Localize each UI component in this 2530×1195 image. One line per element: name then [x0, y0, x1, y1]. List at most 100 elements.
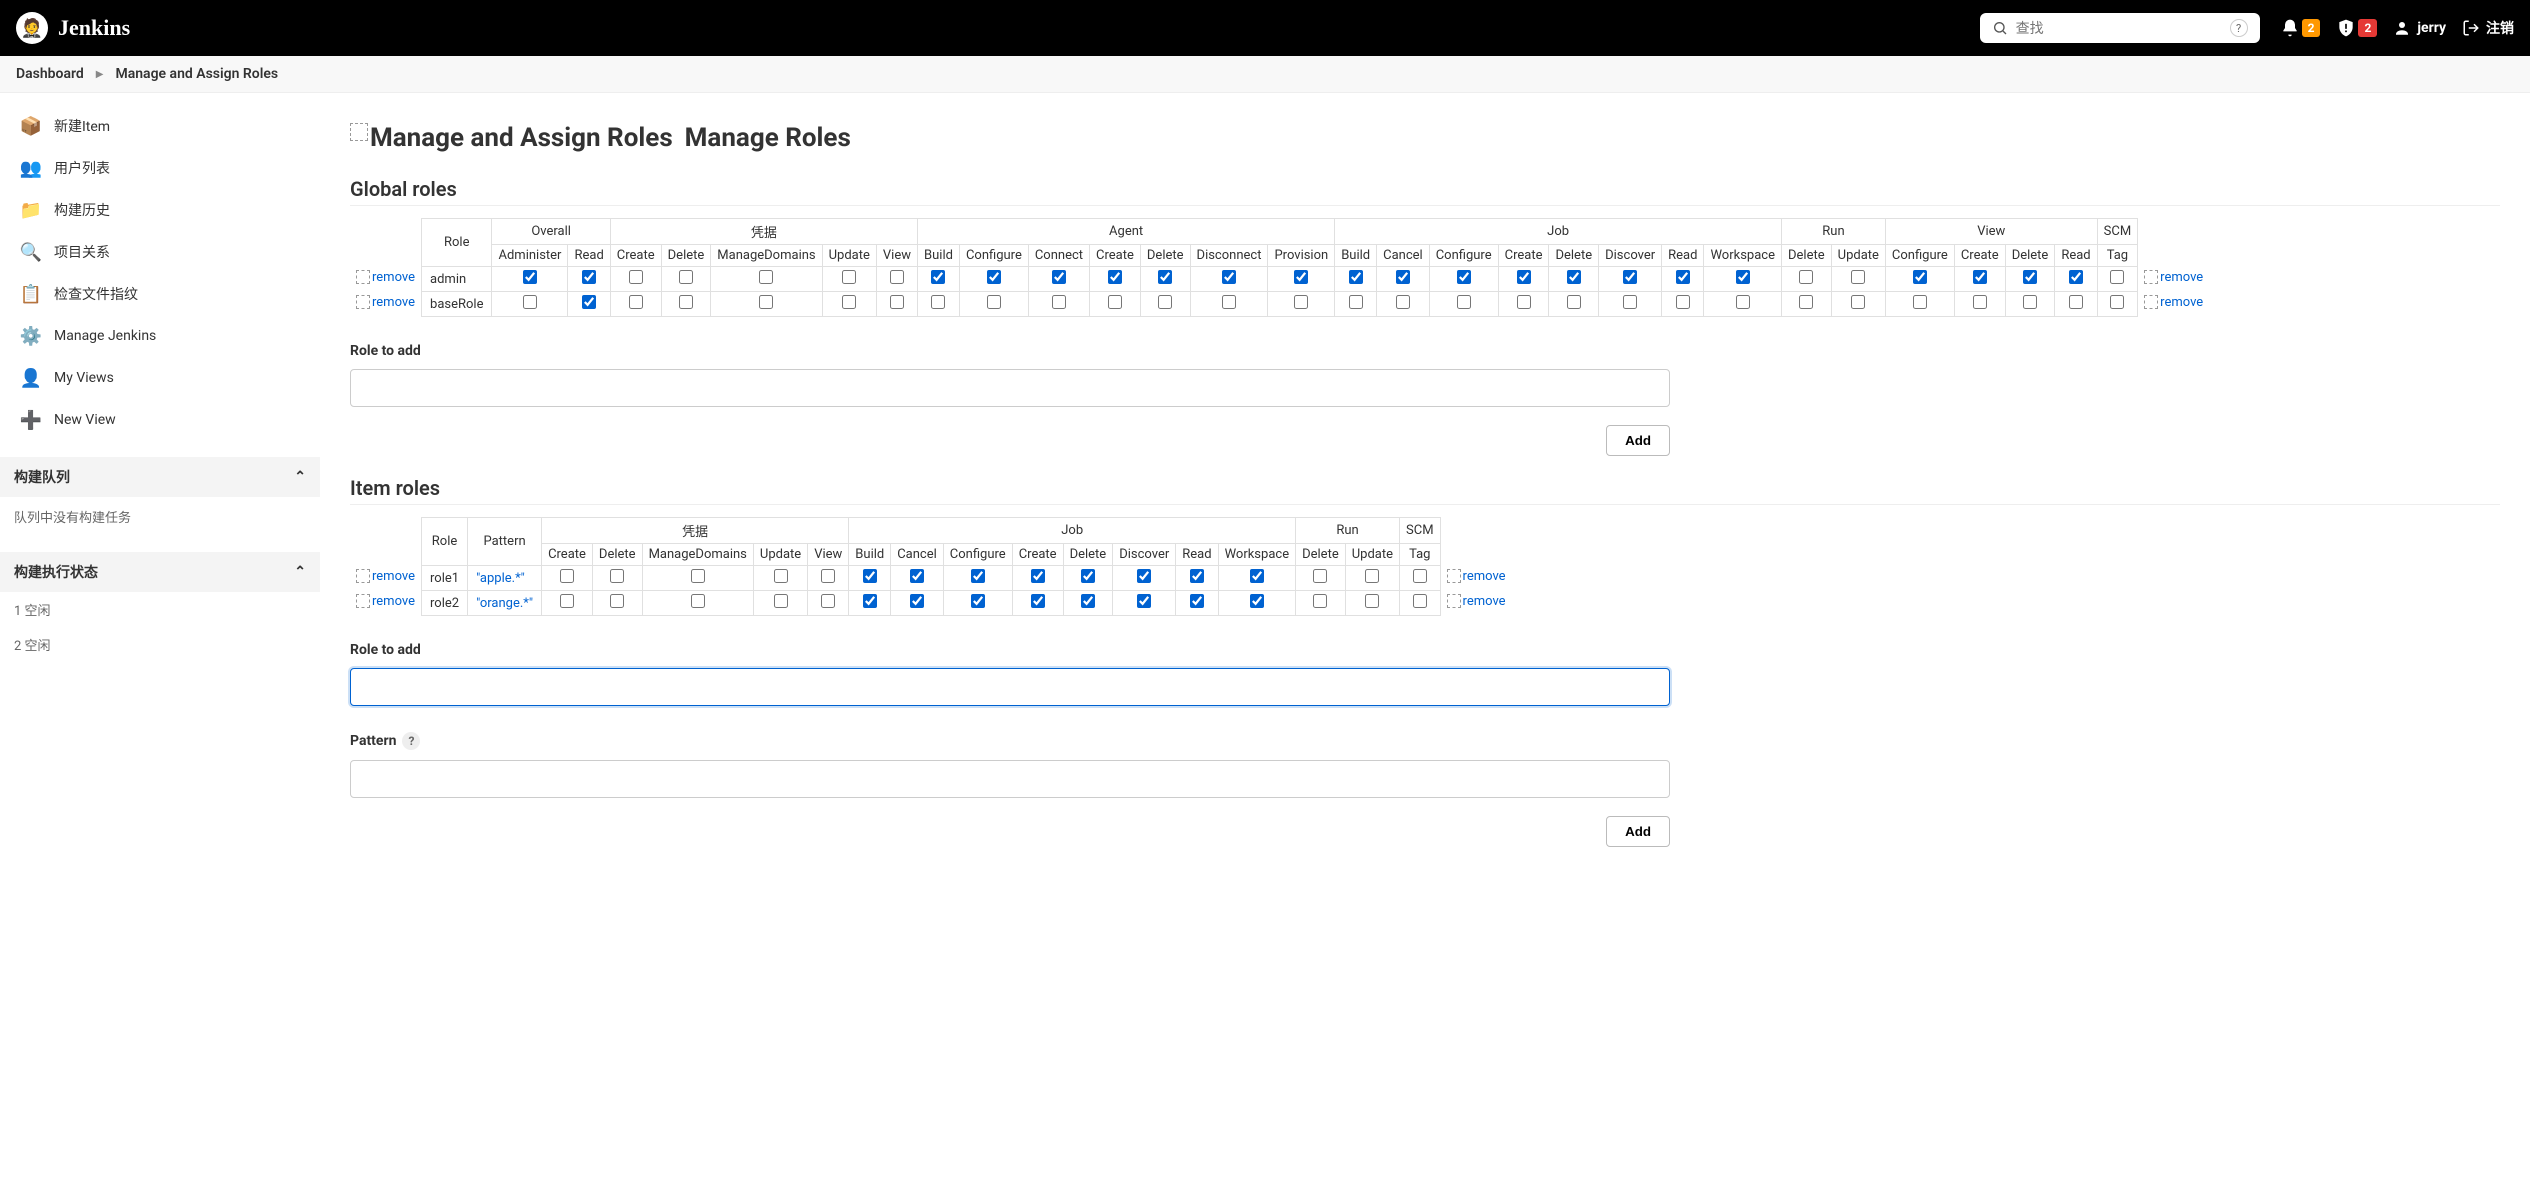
permission-checkbox[interactable] [987, 295, 1001, 309]
item-add-button[interactable]: Add [1606, 816, 1670, 847]
permission-checkbox[interactable] [1736, 295, 1750, 309]
remove-link[interactable]: remove [356, 594, 415, 609]
permission-checkbox[interactable] [842, 270, 856, 284]
permission-checkbox[interactable] [523, 270, 537, 284]
permission-checkbox[interactable] [1913, 270, 1927, 284]
pattern-link[interactable]: "orange.*" [476, 596, 533, 611]
permission-checkbox[interactable] [1517, 295, 1531, 309]
permission-checkbox[interactable] [1913, 295, 1927, 309]
logo[interactable]: 🤵 Jenkins [16, 12, 130, 44]
permission-checkbox[interactable] [971, 594, 985, 608]
permission-checkbox[interactable] [1396, 270, 1410, 284]
permission-checkbox[interactable] [1457, 295, 1471, 309]
permission-checkbox[interactable] [582, 295, 596, 309]
permission-checkbox[interactable] [1158, 270, 1172, 284]
breadcrumb-current[interactable]: Manage and Assign Roles [115, 66, 278, 82]
permission-checkbox[interactable] [1052, 270, 1066, 284]
permission-checkbox[interactable] [679, 295, 693, 309]
permission-checkbox[interactable] [1623, 270, 1637, 284]
permission-checkbox[interactable] [1031, 594, 1045, 608]
permission-checkbox[interactable] [2069, 295, 2083, 309]
permission-checkbox[interactable] [821, 594, 835, 608]
permission-checkbox[interactable] [1294, 270, 1308, 284]
permission-checkbox[interactable] [1413, 594, 1427, 608]
item-pattern-input[interactable] [350, 760, 1670, 798]
sidebar-item[interactable]: 📁构建历史 [0, 189, 320, 231]
breadcrumb-dashboard[interactable]: Dashboard [16, 66, 84, 82]
permission-checkbox[interactable] [863, 569, 877, 583]
permission-checkbox[interactable] [971, 569, 985, 583]
permission-checkbox[interactable] [1108, 295, 1122, 309]
permission-checkbox[interactable] [931, 295, 945, 309]
permission-checkbox[interactable] [1137, 569, 1151, 583]
alerts-button[interactable]: 2 [2336, 18, 2377, 38]
permission-checkbox[interactable] [1799, 295, 1813, 309]
remove-link[interactable]: remove [1447, 569, 1506, 584]
permission-checkbox[interactable] [842, 295, 856, 309]
remove-link[interactable]: remove [2144, 270, 2203, 285]
permission-checkbox[interactable] [1250, 569, 1264, 583]
permission-checkbox[interactable] [2023, 295, 2037, 309]
permission-checkbox[interactable] [1365, 569, 1379, 583]
global-role-to-add-input[interactable] [350, 369, 1670, 407]
permission-checkbox[interactable] [774, 569, 788, 583]
permission-checkbox[interactable] [691, 594, 705, 608]
permission-checkbox[interactable] [890, 270, 904, 284]
sidebar-item[interactable]: 📋检查文件指纹 [0, 273, 320, 315]
permission-checkbox[interactable] [1676, 270, 1690, 284]
help-icon[interactable]: ? [402, 732, 420, 750]
permission-checkbox[interactable] [610, 594, 624, 608]
permission-checkbox[interactable] [1052, 295, 1066, 309]
permission-checkbox[interactable] [1031, 569, 1045, 583]
permission-checkbox[interactable] [1365, 594, 1379, 608]
permission-checkbox[interactable] [1457, 270, 1471, 284]
permission-checkbox[interactable] [863, 594, 877, 608]
notifications-button[interactable]: 2 [2280, 18, 2321, 38]
search-box[interactable]: ? [1980, 13, 2260, 43]
permission-checkbox[interactable] [774, 594, 788, 608]
permission-checkbox[interactable] [2110, 295, 2124, 309]
permission-checkbox[interactable] [1517, 270, 1531, 284]
permission-checkbox[interactable] [910, 569, 924, 583]
permission-checkbox[interactable] [1108, 270, 1122, 284]
permission-checkbox[interactable] [1158, 295, 1172, 309]
permission-checkbox[interactable] [1190, 569, 1204, 583]
global-add-button[interactable]: Add [1606, 425, 1670, 456]
permission-checkbox[interactable] [890, 295, 904, 309]
permission-checkbox[interactable] [1973, 295, 1987, 309]
sidebar-item[interactable]: 🔍项目关系 [0, 231, 320, 273]
permission-checkbox[interactable] [1396, 295, 1410, 309]
permission-checkbox[interactable] [1222, 270, 1236, 284]
user-link[interactable]: jerry [2393, 19, 2446, 37]
permission-checkbox[interactable] [1349, 295, 1363, 309]
permission-checkbox[interactable] [610, 569, 624, 583]
permission-checkbox[interactable] [1137, 594, 1151, 608]
permission-checkbox[interactable] [931, 270, 945, 284]
sidebar-item[interactable]: 👤My Views [0, 357, 320, 399]
executor-2[interactable]: 2 空闲 [0, 627, 320, 662]
permission-checkbox[interactable] [1313, 594, 1327, 608]
permission-checkbox[interactable] [1294, 295, 1308, 309]
permission-checkbox[interactable] [1222, 295, 1236, 309]
remove-link[interactable]: remove [1447, 594, 1506, 609]
permission-checkbox[interactable] [679, 270, 693, 284]
permission-checkbox[interactable] [1567, 295, 1581, 309]
permission-checkbox[interactable] [759, 295, 773, 309]
pattern-link[interactable]: "apple.*" [476, 571, 525, 586]
permission-checkbox[interactable] [560, 569, 574, 583]
permission-checkbox[interactable] [1676, 295, 1690, 309]
sidebar-item[interactable]: ➕New View [0, 399, 320, 441]
sidebar-item[interactable]: ⚙️Manage Jenkins [0, 315, 320, 357]
permission-checkbox[interactable] [1190, 594, 1204, 608]
permission-checkbox[interactable] [1349, 270, 1363, 284]
permission-checkbox[interactable] [1851, 270, 1865, 284]
permission-checkbox[interactable] [1736, 270, 1750, 284]
remove-link[interactable]: remove [356, 270, 415, 285]
permission-checkbox[interactable] [759, 270, 773, 284]
permission-checkbox[interactable] [2069, 270, 2083, 284]
permission-checkbox[interactable] [1851, 295, 1865, 309]
search-input[interactable] [2016, 20, 2222, 36]
permission-checkbox[interactable] [910, 594, 924, 608]
permission-checkbox[interactable] [1081, 594, 1095, 608]
permission-checkbox[interactable] [1413, 569, 1427, 583]
